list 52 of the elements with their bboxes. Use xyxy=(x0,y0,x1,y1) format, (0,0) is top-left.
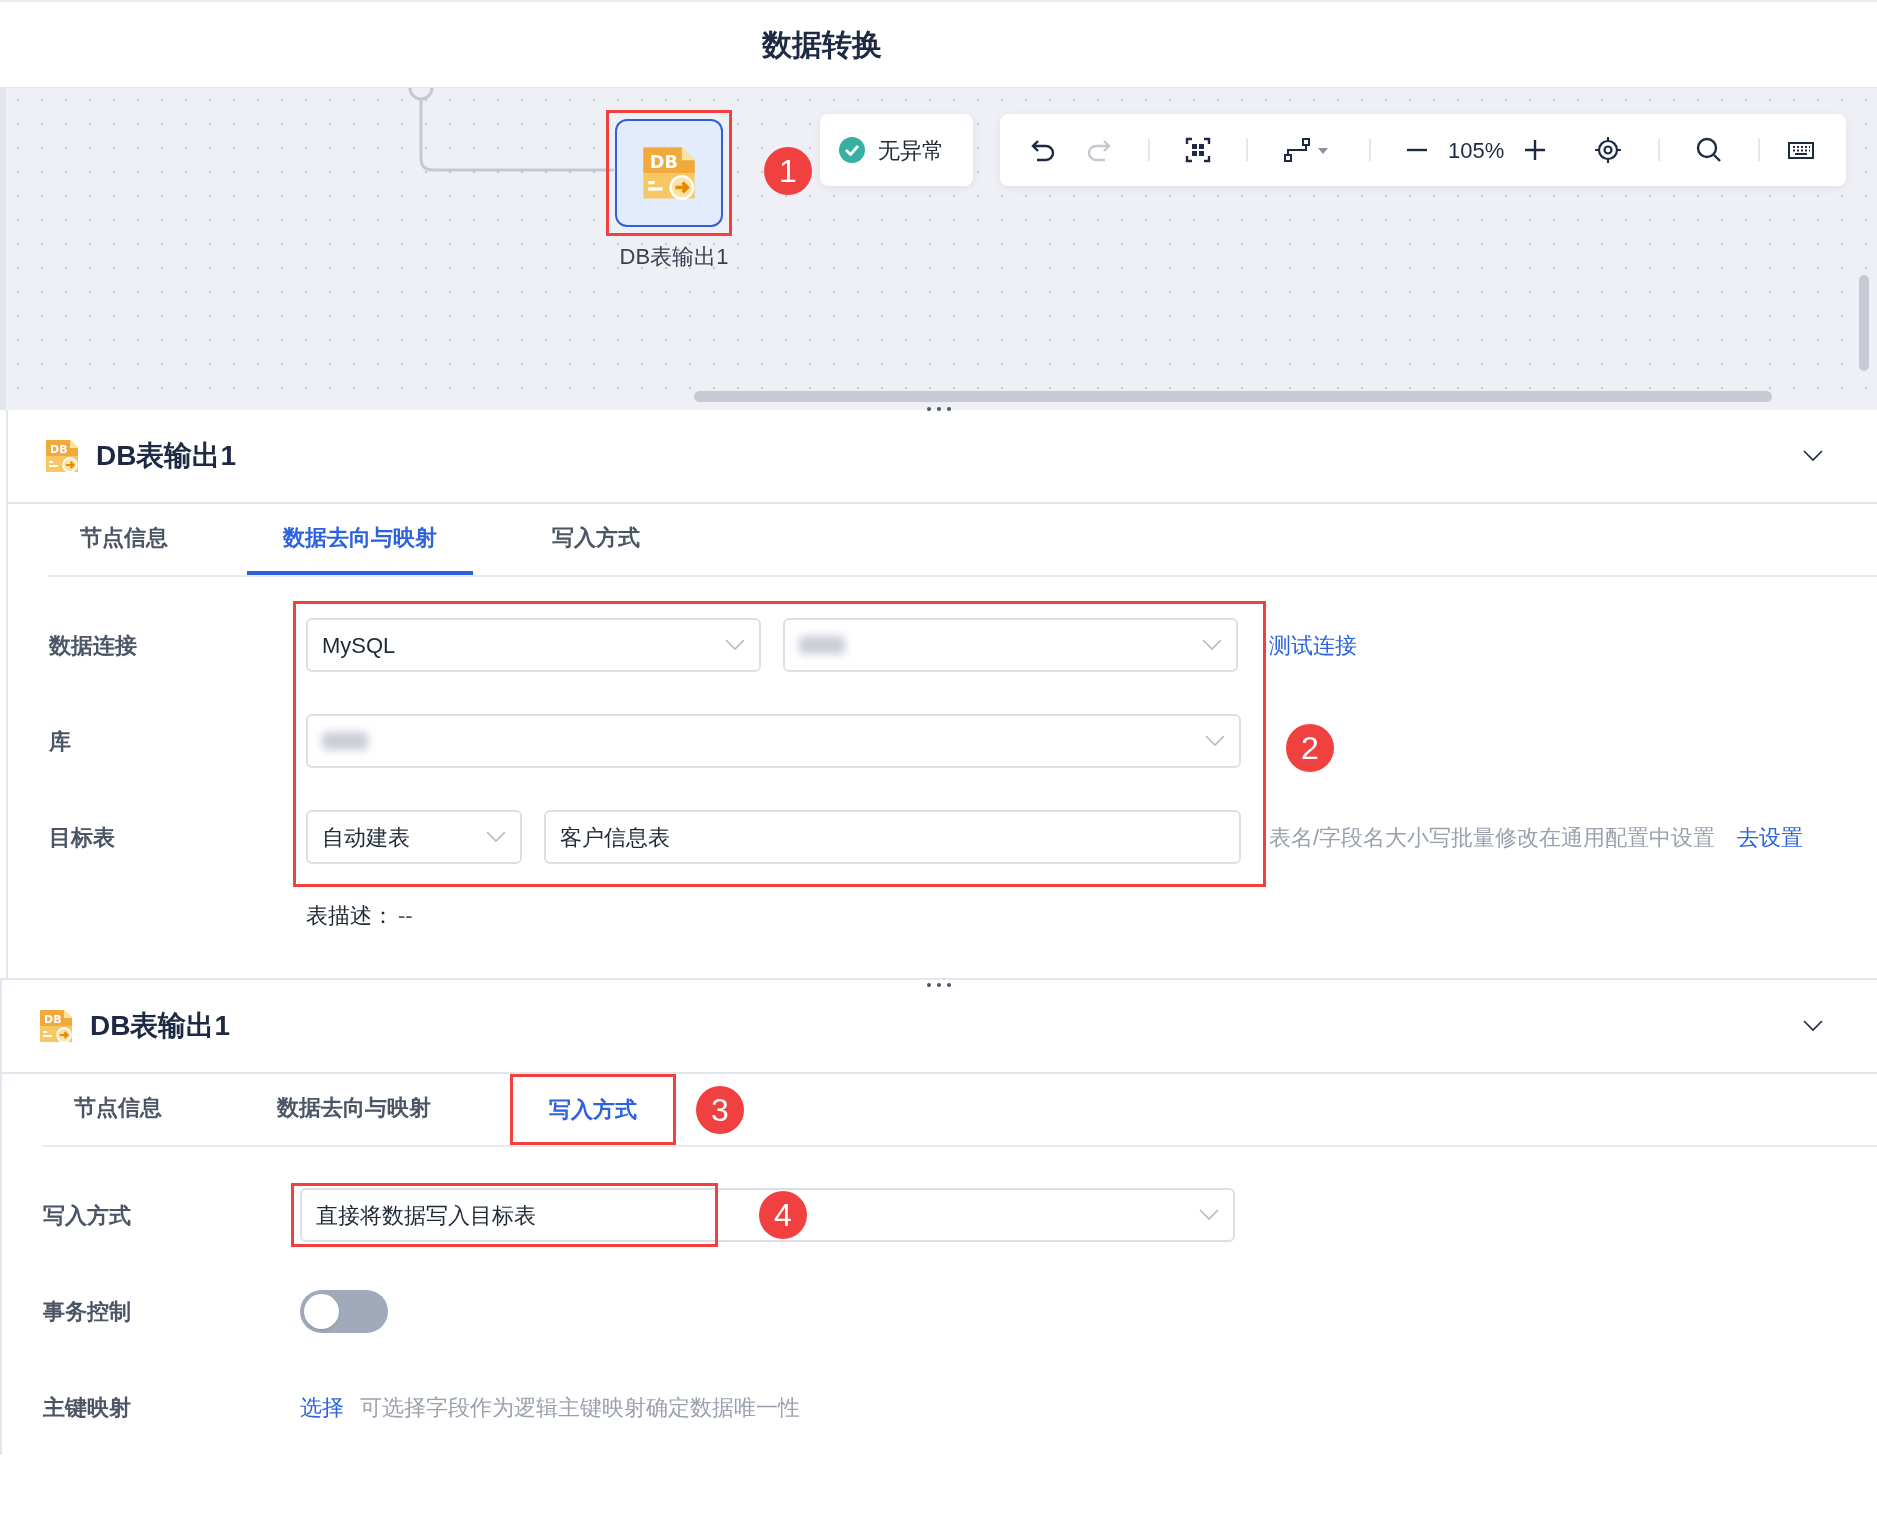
select-value: 直接将数据写入目标表 xyxy=(316,1201,536,1230)
callout-badge: 3 xyxy=(696,1085,744,1134)
tab[interactable]: 数据去向与映射 xyxy=(241,1074,467,1145)
tab[interactable]: 节点信息 xyxy=(38,1074,198,1145)
toggle-switch[interactable] xyxy=(300,1289,388,1333)
select-value: MySQL xyxy=(322,631,396,660)
database-type-select[interactable]: MySQL xyxy=(306,618,761,672)
page-title: 数据转换 xyxy=(762,27,882,63)
blurred-text xyxy=(322,732,368,750)
collapse-button[interactable] xyxy=(1803,450,1823,462)
chevron-down-icon xyxy=(725,639,745,651)
table-name-input[interactable]: 客户信息表 xyxy=(544,810,1241,864)
chevron-icon xyxy=(1803,450,1823,462)
field-label: 数据连接 xyxy=(49,631,138,660)
zoom-level: 105% xyxy=(1448,136,1505,165)
chevron-down-icon xyxy=(486,831,506,843)
field-label: 事务控制 xyxy=(43,1297,132,1326)
panel-title: DB表输出1 xyxy=(90,1009,230,1043)
field-label: 库 xyxy=(49,727,72,756)
field-label: 写入方式 xyxy=(43,1201,132,1230)
node-label: DB表输出1 xyxy=(618,243,730,271)
chevron-icon xyxy=(1803,1020,1823,1032)
blurred-text xyxy=(799,636,845,654)
tab[interactable]: 写入方式 xyxy=(516,504,676,575)
callout-badge: 1 xyxy=(764,147,812,195)
select-link[interactable]: 选择 xyxy=(300,1390,344,1424)
field-label: 主键映射 xyxy=(43,1393,132,1422)
chevron-down-icon xyxy=(1202,639,1222,651)
field-label: 目标表 xyxy=(49,823,116,852)
tab[interactable]: 数据去向与映射 xyxy=(247,504,473,575)
hint-text: 表名/字段名大小写批量修改在通用配置中设置 xyxy=(1269,823,1716,852)
select-value: 自动建表 xyxy=(322,823,410,852)
panel-title: DB表输出1 xyxy=(96,439,236,473)
tab[interactable]: 写入方式 xyxy=(510,1074,676,1145)
horizontal-scrollbar[interactable] xyxy=(694,391,1772,402)
resize-handle-icon[interactable] xyxy=(925,982,952,988)
locate-icon[interactable] xyxy=(1594,136,1623,164)
fit-view-icon[interactable] xyxy=(1184,136,1212,164)
test-connection-link[interactable]: 测试连接 xyxy=(1269,628,1357,662)
collapse-button[interactable] xyxy=(1803,1020,1823,1032)
resize-handle-icon[interactable] xyxy=(925,406,952,412)
hint-text: 可选择字段作为逻辑主键映射确定数据唯一性 xyxy=(360,1393,800,1422)
settings-link[interactable]: 去设置 xyxy=(1737,820,1804,854)
description-value: -- xyxy=(398,902,413,930)
chevron-down-icon xyxy=(1199,1209,1219,1221)
description-label: 表描述： xyxy=(306,902,394,930)
status-text: 无异常 xyxy=(878,136,944,165)
table-mode-select[interactable]: 自动建表 xyxy=(306,810,522,864)
vertical-scrollbar[interactable] xyxy=(1859,275,1869,371)
chevron-down-icon xyxy=(1205,735,1225,747)
tab[interactable]: 节点信息 xyxy=(44,504,204,575)
callout-badge: 2 xyxy=(1286,724,1334,772)
